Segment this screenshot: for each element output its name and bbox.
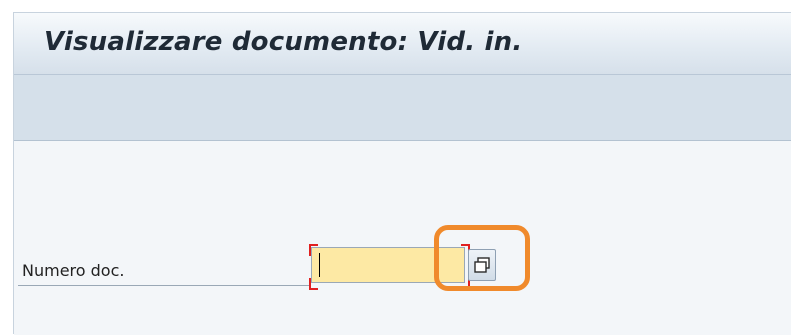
title-bar: Visualizzare documento: Vid. in. [14,13,791,75]
page-title: Visualizzare documento: Vid. in. [44,27,523,57]
application-toolbar [14,75,791,141]
label-underline [18,285,310,286]
document-number-input[interactable] [311,247,465,283]
text-cursor [319,253,320,277]
required-marker-top-left [309,244,318,256]
value-help-icon [474,257,490,273]
document-number-label: Numero doc. [22,261,125,280]
sap-window: Visualizzare documento: Vid. in. Numero … [13,12,791,335]
required-marker-bottom-left [309,278,318,290]
value-help-button[interactable] [468,249,496,281]
main-content: Numero doc. [14,141,791,335]
